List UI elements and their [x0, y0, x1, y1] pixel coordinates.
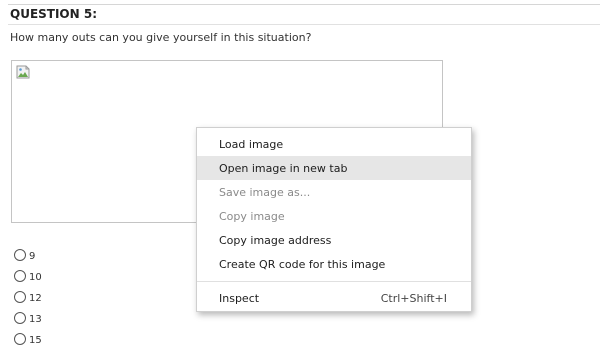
- menu-item-label: Inspect: [219, 291, 260, 305]
- menu-item-load-image[interactable]: Load image: [197, 132, 471, 156]
- context-menu: Load image Open image in new tab Save im…: [196, 127, 472, 312]
- menu-item-label: Save image as...: [219, 185, 311, 199]
- menu-item-label: Copy image address: [219, 233, 332, 247]
- option-10[interactable]: 10: [14, 265, 42, 286]
- menu-separator: [197, 281, 471, 282]
- broken-image-icon: [16, 65, 30, 79]
- option-label: 15: [29, 335, 42, 346]
- radio-button[interactable]: [14, 290, 26, 303]
- option-label: 10: [29, 272, 42, 283]
- radio-button[interactable]: [14, 311, 26, 324]
- menu-item-label: Load image: [219, 137, 284, 151]
- radio-button[interactable]: [14, 248, 26, 261]
- menu-item-label: Create QR code for this image: [219, 257, 386, 271]
- menu-item-label: Copy image: [219, 209, 285, 223]
- menu-item-copy-image: Copy image: [197, 204, 471, 228]
- option-label: 13: [29, 314, 42, 325]
- title-divider: [8, 24, 600, 25]
- radio-button[interactable]: [14, 332, 26, 345]
- option-15[interactable]: 15: [14, 328, 42, 349]
- menu-item-open-image-new-tab[interactable]: Open image in new tab: [197, 156, 471, 180]
- option-13[interactable]: 13: [14, 307, 42, 328]
- menu-item-create-qr-code[interactable]: Create QR code for this image: [197, 252, 471, 276]
- menu-item-label: Open image in new tab: [219, 161, 348, 175]
- menu-item-copy-image-address[interactable]: Copy image address: [197, 228, 471, 252]
- option-label: 12: [29, 293, 42, 304]
- menu-item-shortcut: Ctrl+Shift+I: [380, 291, 447, 305]
- question-title: QUESTION 5:: [10, 7, 98, 21]
- radio-button[interactable]: [14, 269, 26, 282]
- option-9[interactable]: 9: [14, 244, 42, 265]
- answer-options: 9 10 12 13 15: [14, 244, 42, 349]
- top-divider: [8, 4, 600, 5]
- option-12[interactable]: 12: [14, 286, 42, 307]
- question-text: How many outs can you give yourself in t…: [10, 31, 312, 44]
- option-label: 9: [29, 251, 36, 262]
- menu-item-save-image-as: Save image as...: [197, 180, 471, 204]
- menu-item-inspect[interactable]: Inspect Ctrl+Shift+I: [197, 286, 471, 310]
